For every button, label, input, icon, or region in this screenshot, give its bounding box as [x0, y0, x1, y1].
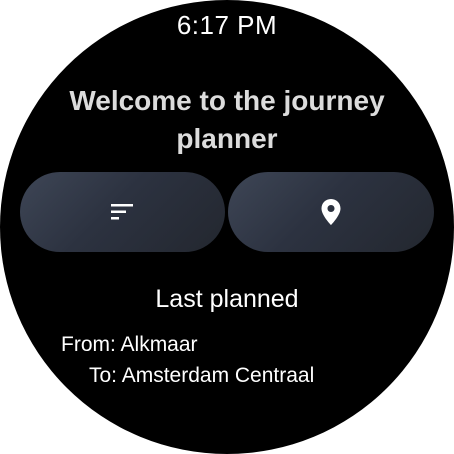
status-time: 6:17 PM: [176, 10, 278, 40]
location-pin-icon: [321, 199, 341, 225]
from-row: From: Alkmaar: [61, 333, 198, 357]
to-station: Amsterdam Centraal: [121, 364, 315, 387]
page-title: Welcome to the journey planner: [69, 85, 385, 154]
location-button[interactable]: [228, 172, 434, 252]
watch-screen: 6:17 PM Welcome to the journey planner L…: [0, 0, 454, 454]
from-station: Alkmaar: [120, 333, 198, 356]
to-label: To:: [89, 364, 118, 387]
sort-list-icon: [110, 204, 133, 220]
to-row: To: Amsterdam Centraal: [89, 364, 314, 388]
last-planned-heading: Last planned: [155, 285, 299, 313]
from-label: From:: [61, 333, 116, 356]
sort-options-button[interactable]: [20, 172, 225, 252]
